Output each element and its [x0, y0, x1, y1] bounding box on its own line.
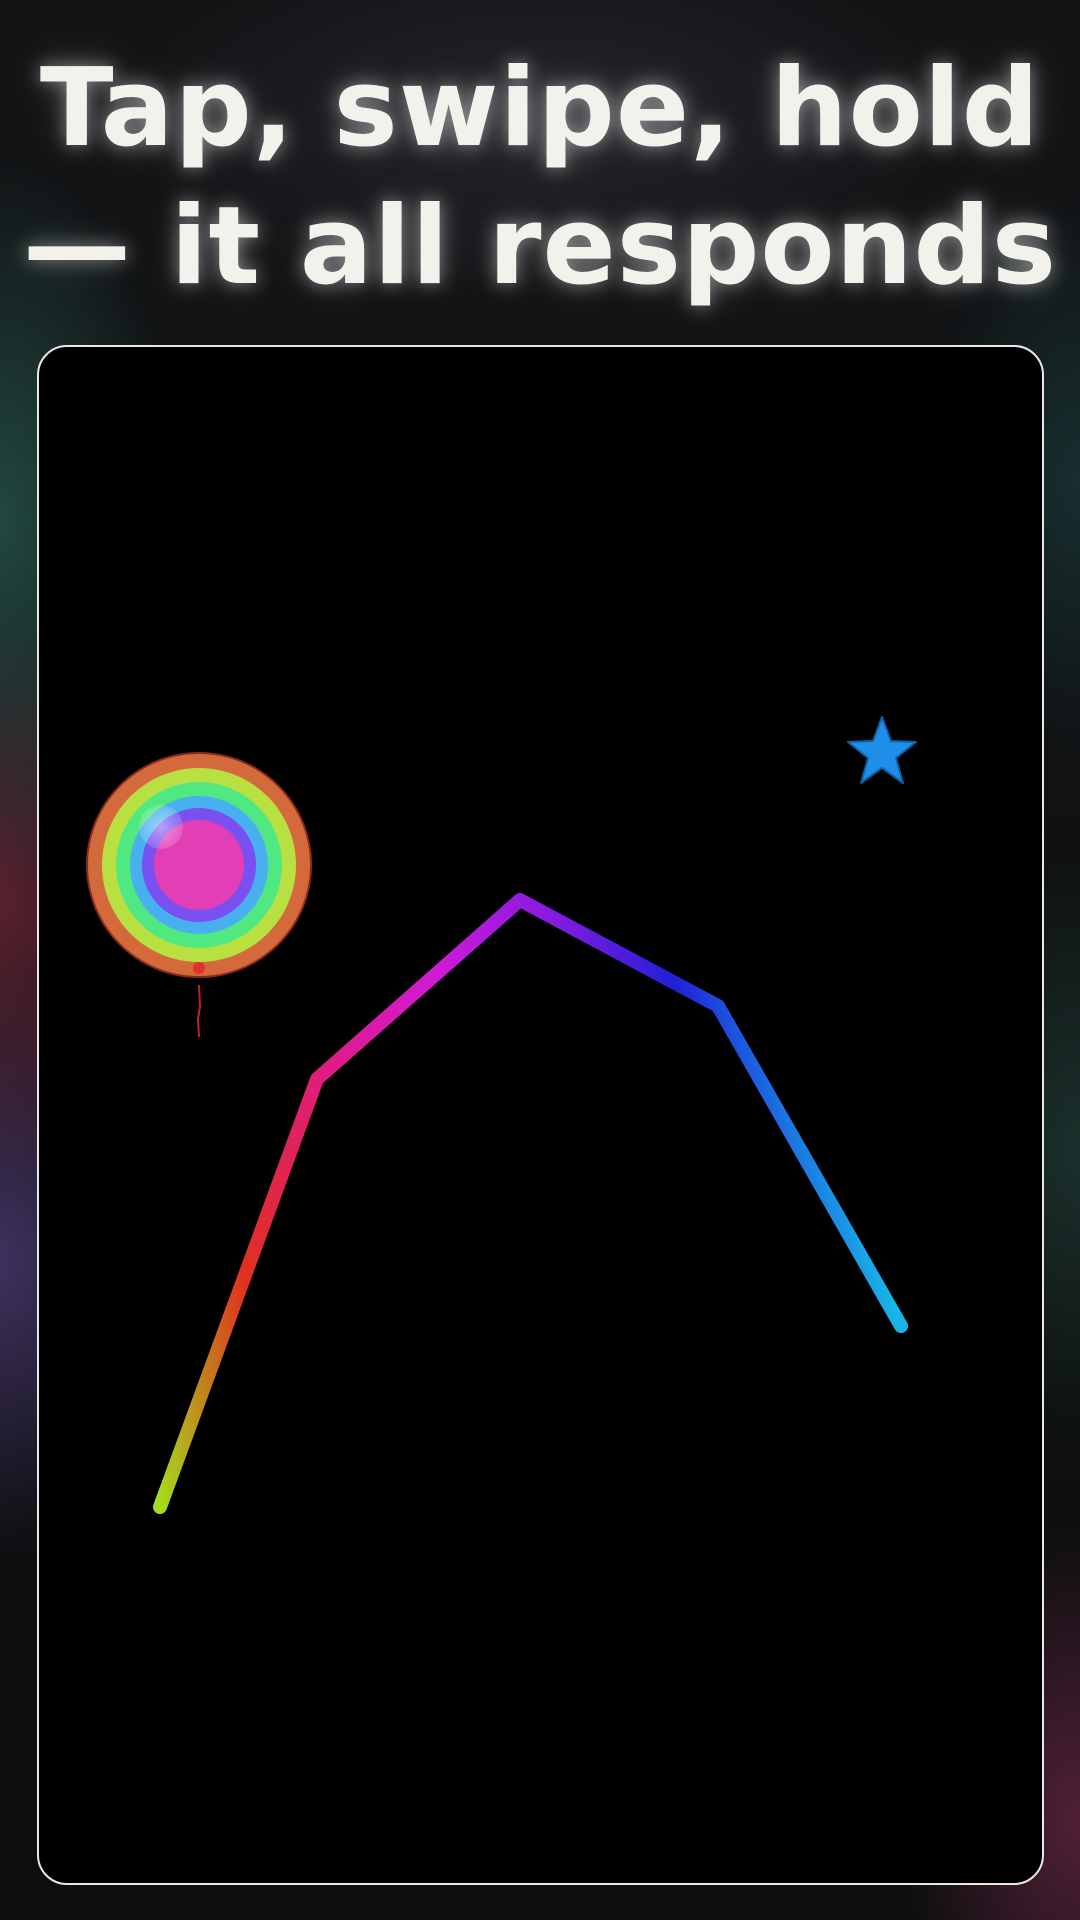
- star-icon[interactable]: [847, 716, 917, 784]
- headline-line-2: — it all responds: [22, 184, 1058, 309]
- headline-line-1: Tap, swipe, hold: [39, 46, 1041, 171]
- drawing-surface[interactable]: [39, 347, 1042, 1883]
- headline: Tap, swipe, hold — it all responds: [0, 40, 1080, 316]
- drawn-stroke: [153, 893, 908, 1514]
- drawing-canvas[interactable]: [37, 345, 1044, 1885]
- balloon-rings-icon[interactable]: [86, 752, 312, 1038]
